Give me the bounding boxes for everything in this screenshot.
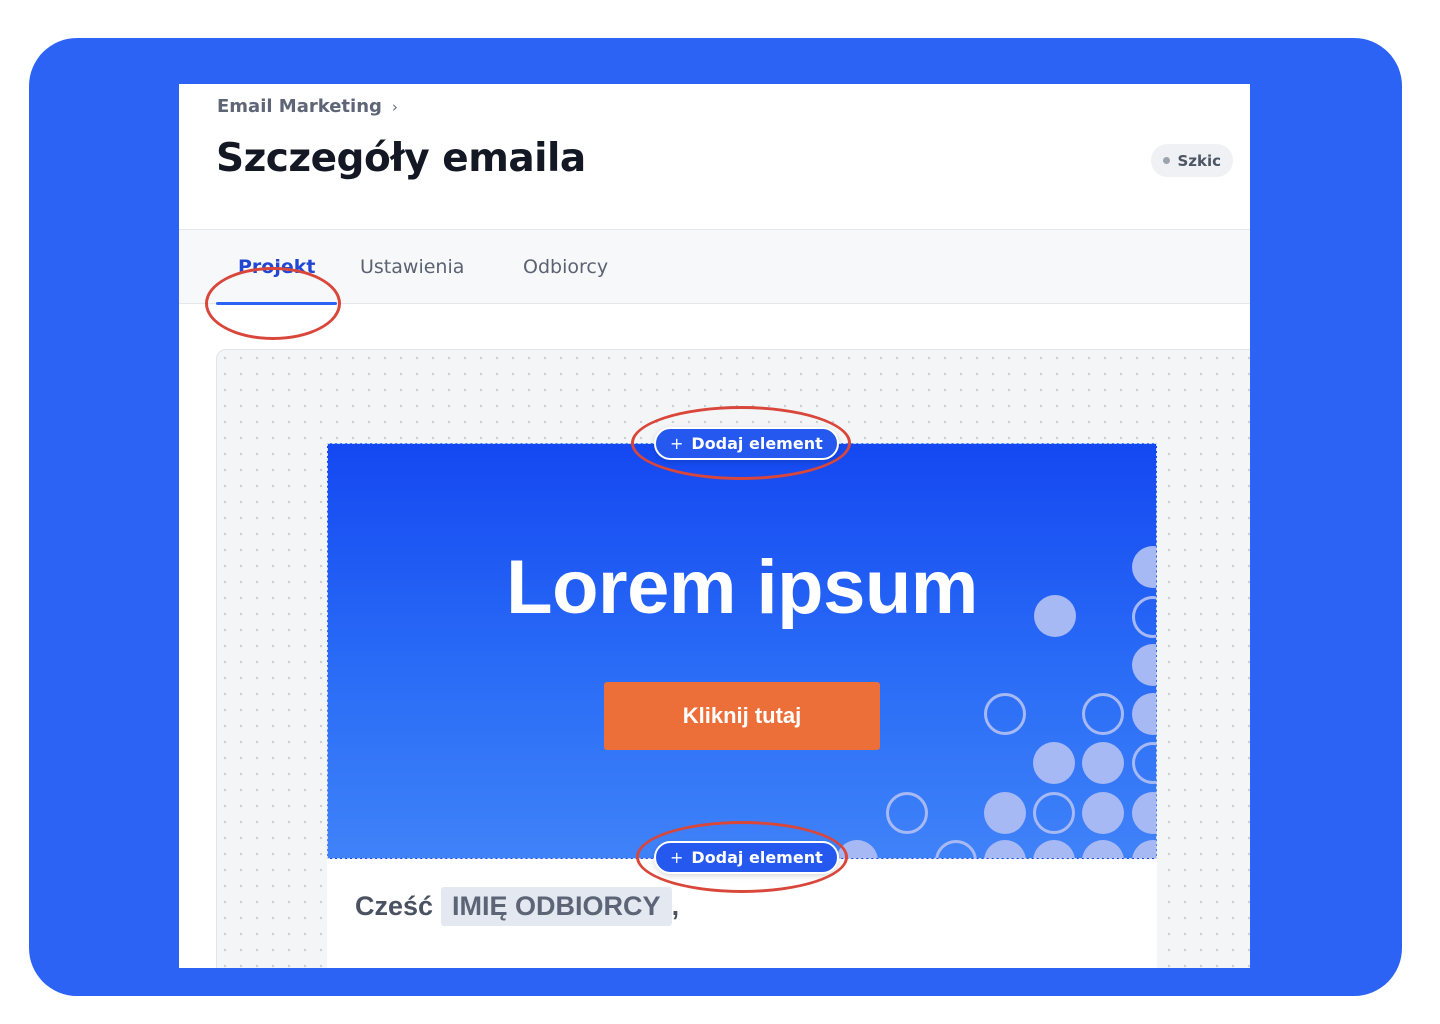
decorative-circle — [935, 840, 977, 858]
add-element-label: Dodaj element — [691, 434, 823, 453]
add-element-button-top[interactable]: + Dodaj element — [654, 427, 839, 460]
decorative-circle — [984, 693, 1026, 735]
decorative-circle — [1132, 644, 1156, 686]
decorative-circle — [1132, 840, 1156, 858]
tab-odbiorcy[interactable]: Odbiorcy — [523, 230, 608, 304]
decorative-circle — [984, 792, 1026, 834]
hero-title: Lorem ipsum — [506, 545, 978, 630]
decorative-circle — [1132, 693, 1156, 735]
decorative-circle — [1034, 595, 1076, 637]
decorative-circle — [1082, 792, 1124, 834]
cta-button[interactable]: Kliknij tutaj — [604, 682, 880, 750]
greeting-suffix: , — [671, 891, 680, 921]
chevron-right-icon: › — [391, 97, 398, 116]
add-element-button-bottom[interactable]: + Dodaj element — [654, 841, 839, 874]
greeting-prefix: Cześć — [355, 891, 434, 921]
add-element-label: Dodaj element — [691, 848, 823, 867]
decorative-circle — [886, 792, 928, 834]
tab-bar: Projekt Ustawienia Odbiorcy — [179, 229, 1250, 305]
status-label: Szkic — [1177, 151, 1221, 170]
greeting-line: Cześć IMIĘ ODBIORCY , — [355, 887, 679, 926]
page-title: Szczegóły emaila — [216, 136, 586, 181]
tab-ustawienia[interactable]: Ustawienia — [360, 230, 464, 304]
app-window: Email Marketing › Szczegóły emaila Szkic… — [179, 84, 1250, 968]
decorative-circle — [1132, 742, 1156, 784]
plus-icon: + — [670, 848, 684, 867]
merge-tag-recipient-name[interactable]: IMIĘ ODBIORCY — [441, 887, 672, 926]
email-hero-section[interactable]: Lorem ipsum Kliknij tutaj — [327, 443, 1157, 859]
decorative-circle — [1033, 792, 1075, 834]
decorative-circle — [1033, 840, 1075, 858]
screenshot-frame: Email Marketing › Szczegóły emaila Szkic… — [29, 38, 1402, 996]
decorative-circle — [1082, 693, 1124, 735]
plus-icon: + — [670, 434, 684, 453]
decorative-circle — [1033, 742, 1075, 784]
decorative-circle — [984, 840, 1026, 858]
tab-projekt[interactable]: Projekt — [215, 230, 339, 305]
breadcrumb-link-email-marketing[interactable]: Email Marketing — [217, 96, 382, 117]
decorative-circle — [1082, 840, 1124, 858]
decorative-circle — [836, 840, 878, 858]
decorative-circle — [1132, 792, 1156, 834]
breadcrumb: Email Marketing › — [217, 96, 398, 117]
email-text-section[interactable]: Cześć IMIĘ ODBIORCY , — [327, 859, 1157, 968]
decorative-circle — [1082, 742, 1124, 784]
status-badge: Szkic — [1151, 144, 1233, 177]
status-dot-icon — [1163, 157, 1171, 164]
